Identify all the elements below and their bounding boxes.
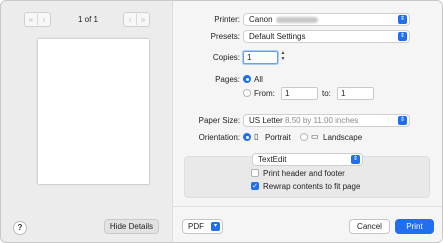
help-button[interactable]: ?	[13, 221, 27, 235]
paper-size-popup[interactable]: US Letter 8.50 by 11.00 inches ⇕	[243, 114, 410, 127]
copies-label: Copies:	[212, 53, 240, 62]
first-page-button[interactable]: «	[25, 15, 37, 24]
rewrap-checkbox[interactable]: ✓	[251, 182, 259, 190]
last-page-button[interactable]: »	[137, 15, 149, 24]
presets-label: Presets:	[210, 32, 240, 41]
page-preview	[38, 39, 149, 184]
print-header-footer-label: Print header and footer	[263, 169, 345, 178]
copies-stepper[interactable]: ▲ ▼	[280, 50, 286, 63]
chevron-updown-icon: ⇕	[351, 155, 360, 164]
pages-label: Pages:	[215, 75, 240, 84]
printer-value: Canon	[249, 15, 273, 24]
chevron-updown-icon: ⇕	[398, 116, 407, 125]
pages-all-radio[interactable]	[243, 75, 251, 83]
portrait-icon: ▯	[254, 132, 259, 141]
chevron-updown-icon: ⇕	[398, 32, 407, 41]
orientation-portrait-label: Portrait	[265, 133, 291, 142]
previous-page-button[interactable]: ‹	[38, 15, 50, 24]
pdf-menu-button[interactable]: PDF ▾	[182, 219, 223, 234]
orientation-landscape-label: Landscape	[323, 133, 363, 142]
landscape-icon: ▭	[311, 132, 319, 141]
print-button[interactable]: Print	[395, 219, 434, 234]
printer-label: Printer:	[214, 15, 240, 24]
chevron-updown-icon: ⇕	[398, 15, 407, 24]
pdf-label: PDF	[188, 222, 204, 231]
pages-from-radio[interactable]	[243, 89, 251, 97]
print-header-footer-checkbox[interactable]	[251, 169, 259, 177]
presets-value: Default Settings	[249, 32, 306, 41]
pages-from-label: From:	[254, 89, 275, 98]
page-indicator: 1 of 1	[77, 15, 98, 24]
printer-popup[interactable]: Canon ⇕	[243, 13, 410, 26]
pages-to-field[interactable]: 1	[337, 87, 374, 100]
footer-separator	[173, 206, 442, 207]
print-dialog: « ‹ 1 of 1 › » ? Hide Details Printer: C…	[0, 0, 443, 243]
cancel-button[interactable]: Cancel	[349, 219, 390, 234]
paper-size-value: US Letter	[249, 116, 283, 125]
app-options-value: TextEdit	[258, 155, 287, 164]
hide-details-button[interactable]: Hide Details	[104, 219, 159, 234]
copies-field[interactable]: 1	[243, 51, 278, 64]
orientation-portrait-radio[interactable]	[243, 133, 251, 141]
presets-popup[interactable]: Default Settings ⇕	[243, 30, 410, 43]
app-options-popup[interactable]: TextEdit ⇕	[252, 153, 363, 166]
paper-size-dimensions: 8.50 by 11.00 inches	[285, 116, 359, 125]
orientation-landscape-radio[interactable]	[300, 133, 308, 141]
pages-all-label: All	[254, 75, 263, 84]
pages-to-label: to:	[322, 89, 331, 98]
chevron-down-icon: ▾	[211, 222, 220, 231]
pages-from-field[interactable]: 1	[281, 87, 318, 100]
next-page-button[interactable]: ›	[124, 15, 136, 24]
paper-size-label: Paper Size:	[198, 116, 240, 125]
redacted-model	[275, 16, 318, 23]
rewrap-label: Rewrap contents to fit page	[263, 182, 361, 191]
orientation-label: Orientation:	[198, 133, 240, 142]
preview-pane: « ‹ 1 of 1 › » ? Hide Details	[1, 1, 173, 242]
preview-nav-forward: › »	[123, 12, 150, 27]
preview-nav-back: « ‹	[24, 12, 51, 27]
